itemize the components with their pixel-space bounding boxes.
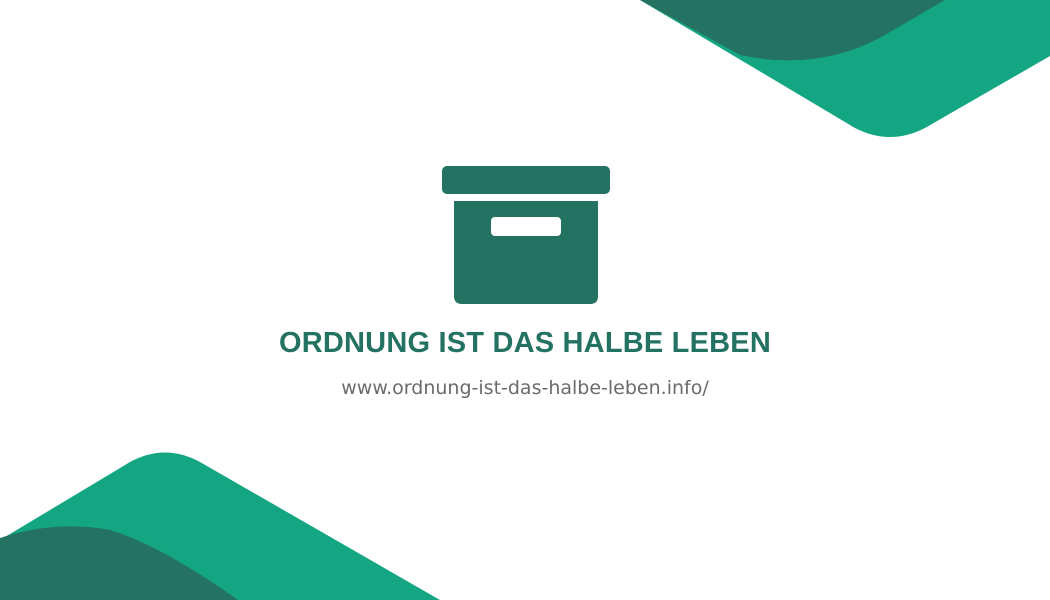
box-lid (442, 166, 610, 194)
box-body (454, 201, 598, 304)
business-card: ORDNUNG IST DAS HALBE LEBEN www.ordnung-… (0, 0, 1050, 600)
brand-title: ORDNUNG IST DAS HALBE LEBEN (279, 327, 771, 359)
brand-url: www.ordnung-ist-das-halbe-leben.info/ (341, 377, 709, 399)
archive-box-icon (442, 166, 610, 304)
box-handle (491, 217, 561, 236)
